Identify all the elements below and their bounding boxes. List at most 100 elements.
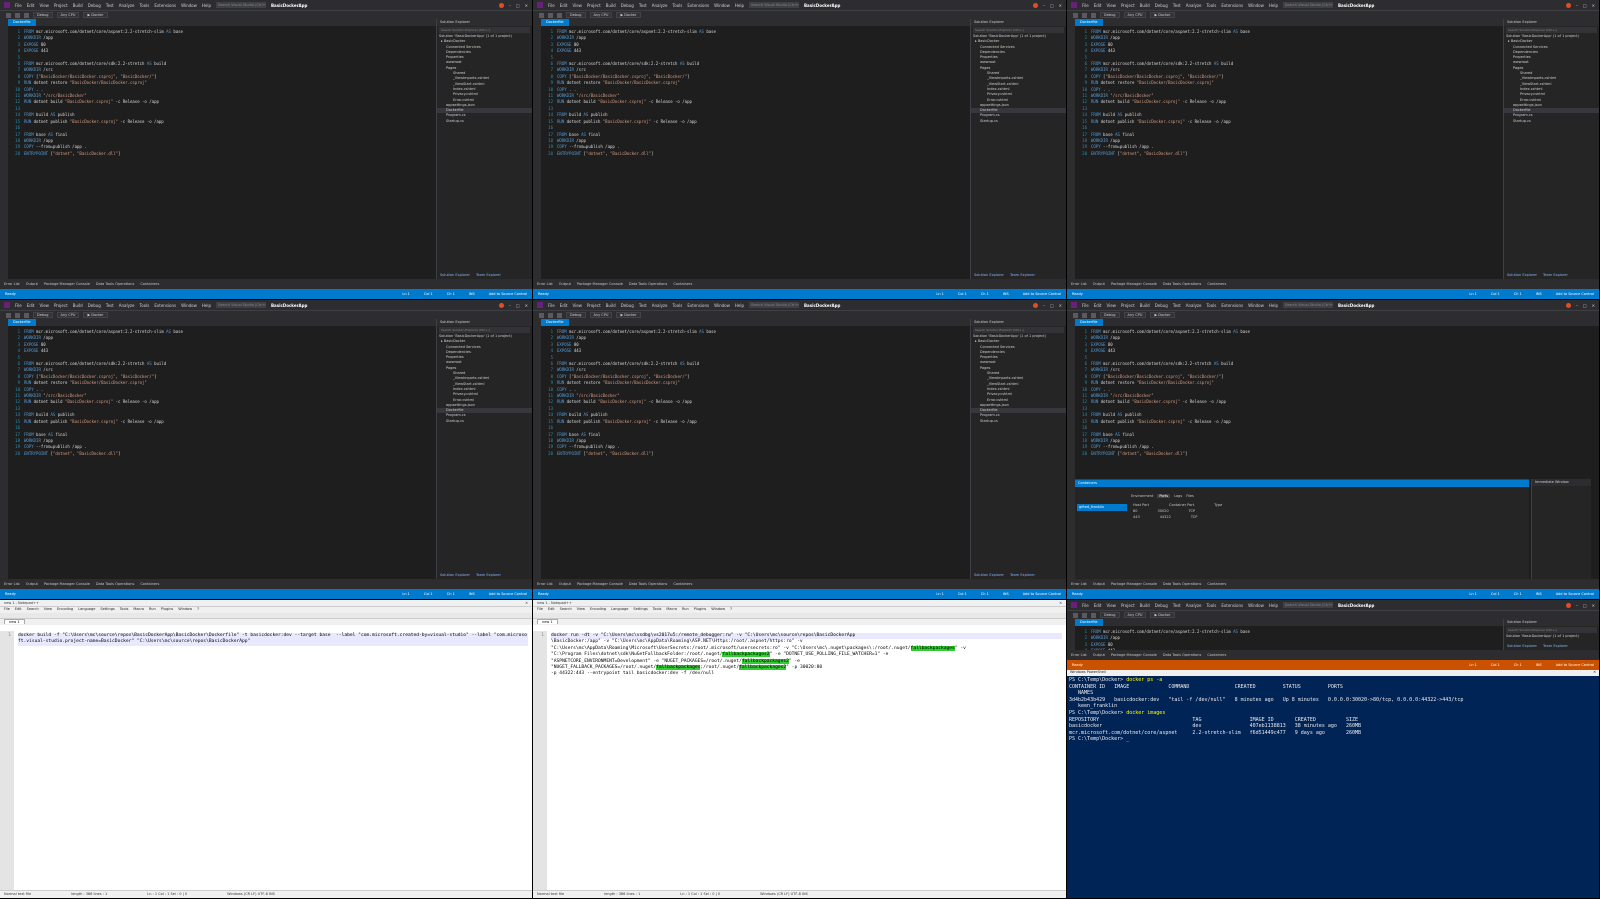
forward-icon[interactable] xyxy=(15,312,20,318)
bottom-tab[interactable]: Containers xyxy=(673,282,692,286)
menu-test[interactable]: Test xyxy=(1173,3,1181,8)
bottom-tab[interactable]: Output xyxy=(1093,653,1105,657)
menu-tools[interactable]: Tools xyxy=(673,3,683,8)
menu-view[interactable]: View xyxy=(572,3,582,8)
save-icon[interactable] xyxy=(1091,12,1096,18)
tab-dockerfile[interactable]: Dockerfile xyxy=(8,19,36,26)
se-search-input[interactable]: Search Solution Explorer (Ctrl+;) xyxy=(1506,627,1597,633)
np-menu-item[interactable]: Encoding xyxy=(57,607,73,613)
np-editor[interactable]: 1 docker build -f "C:\Users\mc\source\re… xyxy=(0,631,532,890)
tab-solution-explorer[interactable]: Solution Explorer xyxy=(440,573,470,578)
menu-file[interactable]: File xyxy=(15,3,22,8)
minimize-icon[interactable]: – xyxy=(1043,3,1045,8)
menu-view[interactable]: View xyxy=(1106,603,1116,608)
menu-project[interactable]: Project xyxy=(54,3,68,8)
config-select[interactable]: Debug xyxy=(33,312,53,318)
bottom-tab[interactable]: Package Manager Console xyxy=(1111,653,1157,657)
bottom-tab[interactable]: Error List xyxy=(1071,282,1087,286)
bottom-tab[interactable]: Data Tools Operations xyxy=(1163,282,1201,286)
config-select[interactable]: Debug xyxy=(33,12,53,18)
platform-select[interactable]: Any CPU xyxy=(1123,612,1147,618)
close-icon[interactable]: ✕ xyxy=(1059,601,1062,605)
menu-help[interactable]: Help xyxy=(202,3,211,8)
menu-project[interactable]: Project xyxy=(587,3,601,8)
menu-tools[interactable]: Tools xyxy=(1207,303,1217,308)
back-icon[interactable] xyxy=(6,312,11,318)
config-select[interactable]: Debug xyxy=(1100,612,1120,618)
back-icon[interactable] xyxy=(1073,312,1078,318)
np-menu-item[interactable]: Language xyxy=(611,607,628,613)
tab-files[interactable]: Files xyxy=(1186,494,1194,498)
forward-icon[interactable] xyxy=(1082,312,1087,318)
menu-debug[interactable]: Debug xyxy=(621,3,634,8)
bottom-tab[interactable]: Error List xyxy=(4,282,20,286)
menu-tools[interactable]: Tools xyxy=(1207,3,1217,8)
np-menu-item[interactable]: View xyxy=(44,607,52,613)
menu-view[interactable]: View xyxy=(1106,3,1116,8)
menu-view[interactable]: View xyxy=(39,3,49,8)
menu-build[interactable]: Build xyxy=(1140,603,1150,608)
vs-search-input[interactable]: Search Visual Studio (Ctrl+Q) xyxy=(749,302,799,308)
np-menu-item[interactable]: Tools xyxy=(120,607,129,613)
dockerfile-code[interactable]: 1 FROM mcr.microsoft.com/dotnet/core/aspn… xyxy=(541,26,970,279)
minimize-icon[interactable]: – xyxy=(1576,3,1578,8)
maximize-icon[interactable]: □ xyxy=(1050,3,1054,8)
menu-help[interactable]: Help xyxy=(202,303,211,308)
np-menu-item[interactable]: Edit xyxy=(15,607,22,613)
minimize-icon[interactable]: – xyxy=(509,3,511,8)
menu-test[interactable]: Test xyxy=(1173,603,1181,608)
np-menu-item[interactable]: Window xyxy=(178,607,192,613)
menu-help[interactable]: Help xyxy=(1269,303,1278,308)
menu-window[interactable]: Window xyxy=(1248,3,1264,8)
menu-view[interactable]: View xyxy=(572,303,582,308)
code-line[interactable]: 20 ENTRYPOINT ["dotnet", "BasicDocker.dll… xyxy=(1075,151,1503,157)
menu-edit[interactable]: Edit xyxy=(27,303,35,308)
menu-file[interactable]: File xyxy=(1082,303,1089,308)
forward-icon[interactable] xyxy=(1082,612,1087,618)
tab-dockerfile[interactable]: Dockerfile xyxy=(541,19,569,26)
se-search-input[interactable]: Search Solution Explorer (Ctrl+;) xyxy=(439,327,530,333)
back-icon[interactable] xyxy=(1073,612,1078,618)
np-menu-item[interactable]: Tools xyxy=(653,607,662,613)
code-line[interactable]: 20 ENTRYPOINT ["dotnet", "BasicDocker.dll… xyxy=(1075,451,1599,457)
minimize-icon[interactable]: – xyxy=(509,303,511,308)
menu-edit[interactable]: Edit xyxy=(560,303,568,308)
tree-item[interactable]: Startup.cs xyxy=(971,419,1066,424)
back-icon[interactable] xyxy=(539,312,544,318)
menu-file[interactable]: File xyxy=(15,303,22,308)
bottom-tab[interactable]: Data Tools Operations xyxy=(96,282,134,286)
np-build-command[interactable]: docker build -f "C:\Users\mc\source\repo… xyxy=(14,631,532,890)
bottom-tab[interactable]: Output xyxy=(26,582,38,586)
solution-root[interactable]: Solution 'BasicDockerApp' (1 of 1 projec… xyxy=(1504,634,1599,639)
add-source-control-button[interactable]: Add to Source Control xyxy=(489,592,527,596)
menu-extensions[interactable]: Extensions xyxy=(154,303,176,308)
menu-build[interactable]: Build xyxy=(606,3,616,8)
platform-select[interactable]: Any CPU xyxy=(1123,12,1147,18)
tab-dockerfile[interactable]: Dockerfile xyxy=(1075,319,1103,326)
config-select[interactable]: Debug xyxy=(1100,12,1120,18)
vs-search-input[interactable]: Search Visual Studio (Ctrl+Q) xyxy=(1283,2,1333,8)
bottom-tab[interactable]: Data Tools Operations xyxy=(1163,582,1201,586)
menu-build[interactable]: Build xyxy=(73,303,83,308)
config-select[interactable]: Debug xyxy=(566,12,586,18)
dockerfile-code[interactable]: 1 FROM mcr.microsoft.com/dotnet/core/aspn… xyxy=(1075,626,1503,650)
ps-console-output[interactable]: PS C:\Temp\Docker> docker ps -a CONTAINER… xyxy=(1067,676,1599,744)
np-menu-item[interactable]: Settings xyxy=(100,607,114,613)
maximize-icon[interactable]: □ xyxy=(1583,303,1587,308)
menu-window[interactable]: Window xyxy=(181,303,197,308)
np-menu-item[interactable]: Encoding xyxy=(590,607,606,613)
maximize-icon[interactable]: □ xyxy=(516,3,520,8)
minimize-icon[interactable]: – xyxy=(1043,303,1045,308)
back-icon[interactable] xyxy=(1073,12,1078,18)
bottom-tab[interactable]: Package Manager Console xyxy=(1111,282,1157,286)
vs-search-input[interactable]: Search Visual Studio (Ctrl+Q) xyxy=(216,302,266,308)
code-line[interactable]: 20 ENTRYPOINT ["dotnet", "BasicDocker.dll… xyxy=(541,151,970,157)
np-menu-item[interactable]: Run xyxy=(682,607,689,613)
maximize-icon[interactable]: □ xyxy=(516,303,520,308)
add-source-control-button[interactable]: Add to Source Control xyxy=(489,292,527,296)
np-menu-item[interactable]: ? xyxy=(730,607,732,613)
platform-select[interactable]: Any CPU xyxy=(56,312,80,318)
menu-file[interactable]: File xyxy=(548,3,555,8)
live-share-icon[interactable] xyxy=(1565,302,1571,308)
np-menu-item[interactable]: Edit xyxy=(548,607,555,613)
